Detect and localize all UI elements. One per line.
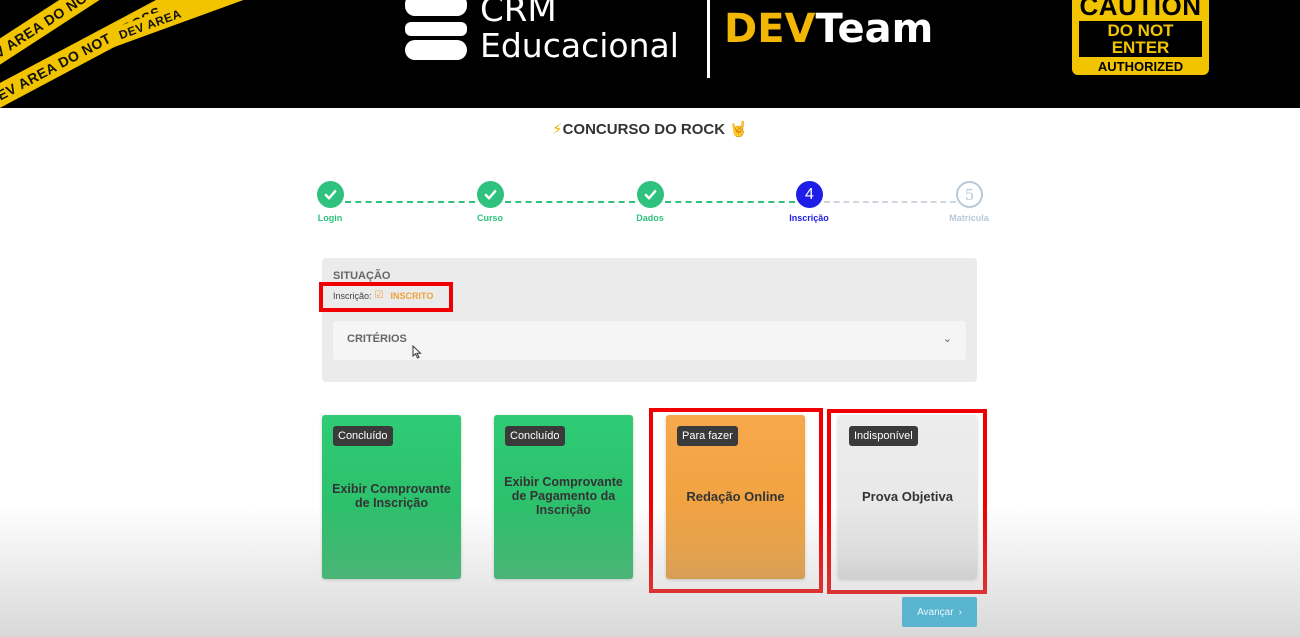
registration-status: Inscrição: ☑ INSCRITO bbox=[333, 290, 433, 301]
criteria-label: CRITÉRIOS bbox=[347, 333, 407, 345]
step-label-curso: Curso bbox=[476, 213, 503, 223]
card-comprovante-pagamento[interactable]: Concluído Exibir Comprovante de Pagament… bbox=[494, 415, 633, 579]
chevron-right-icon: › bbox=[958, 606, 962, 618]
step-label-matricula: Matrícula bbox=[949, 213, 989, 223]
advance-button[interactable]: Avançar › bbox=[902, 597, 977, 627]
card-prova-objetiva[interactable]: Indisponível Prova Objetiva bbox=[838, 415, 977, 579]
step-label-inscricao: Inscrição bbox=[789, 213, 829, 223]
card-title: Redação Online bbox=[686, 488, 785, 504]
progress-stepper: Login Curso Dados 4 Inscrição 5 Matrícul… bbox=[0, 0, 1300, 240]
bottom-fade bbox=[0, 505, 1300, 637]
mouse-cursor-icon bbox=[412, 345, 422, 359]
card-redacao-online[interactable]: Para fazer Redação Online bbox=[666, 415, 805, 579]
step-connector bbox=[665, 201, 795, 203]
step-matricula-number[interactable]: 5 bbox=[956, 181, 983, 208]
card-comprovante-inscricao[interactable]: Concluído Exibir Comprovante de Inscriçã… bbox=[322, 415, 461, 579]
step-connector bbox=[824, 201, 956, 203]
status-badge: INSCRITO bbox=[390, 290, 434, 301]
criteria-accordion[interactable]: CRITÉRIOS ⌄ bbox=[333, 321, 966, 360]
step-label-dados: Dados bbox=[636, 213, 664, 223]
step-dados-check-icon[interactable] bbox=[637, 181, 664, 208]
situation-title: SITUAÇÃO bbox=[333, 270, 391, 282]
situation-panel: SITUAÇÃO Inscrição: ☑ INSCRITO CRITÉRIOS… bbox=[322, 258, 977, 382]
step-inscricao-number[interactable]: 4 bbox=[796, 181, 823, 208]
status-label: Inscrição: bbox=[333, 290, 372, 301]
step-connector bbox=[505, 201, 635, 203]
step-connector bbox=[345, 201, 475, 203]
step-label-login: Login bbox=[317, 213, 343, 223]
card-title: Prova Objetiva bbox=[861, 488, 954, 504]
advance-label: Avançar bbox=[917, 606, 954, 618]
edit-check-icon: ☑ bbox=[374, 290, 384, 301]
card-title: Exibir Comprovante de Pagamento da Inscr… bbox=[504, 475, 623, 517]
chevron-down-icon[interactable]: ⌄ bbox=[943, 332, 952, 345]
step-curso-check-icon[interactable] bbox=[477, 181, 504, 208]
card-title: Exibir Comprovante de Inscrição bbox=[332, 482, 451, 510]
step-login-check-icon[interactable] bbox=[317, 181, 344, 208]
